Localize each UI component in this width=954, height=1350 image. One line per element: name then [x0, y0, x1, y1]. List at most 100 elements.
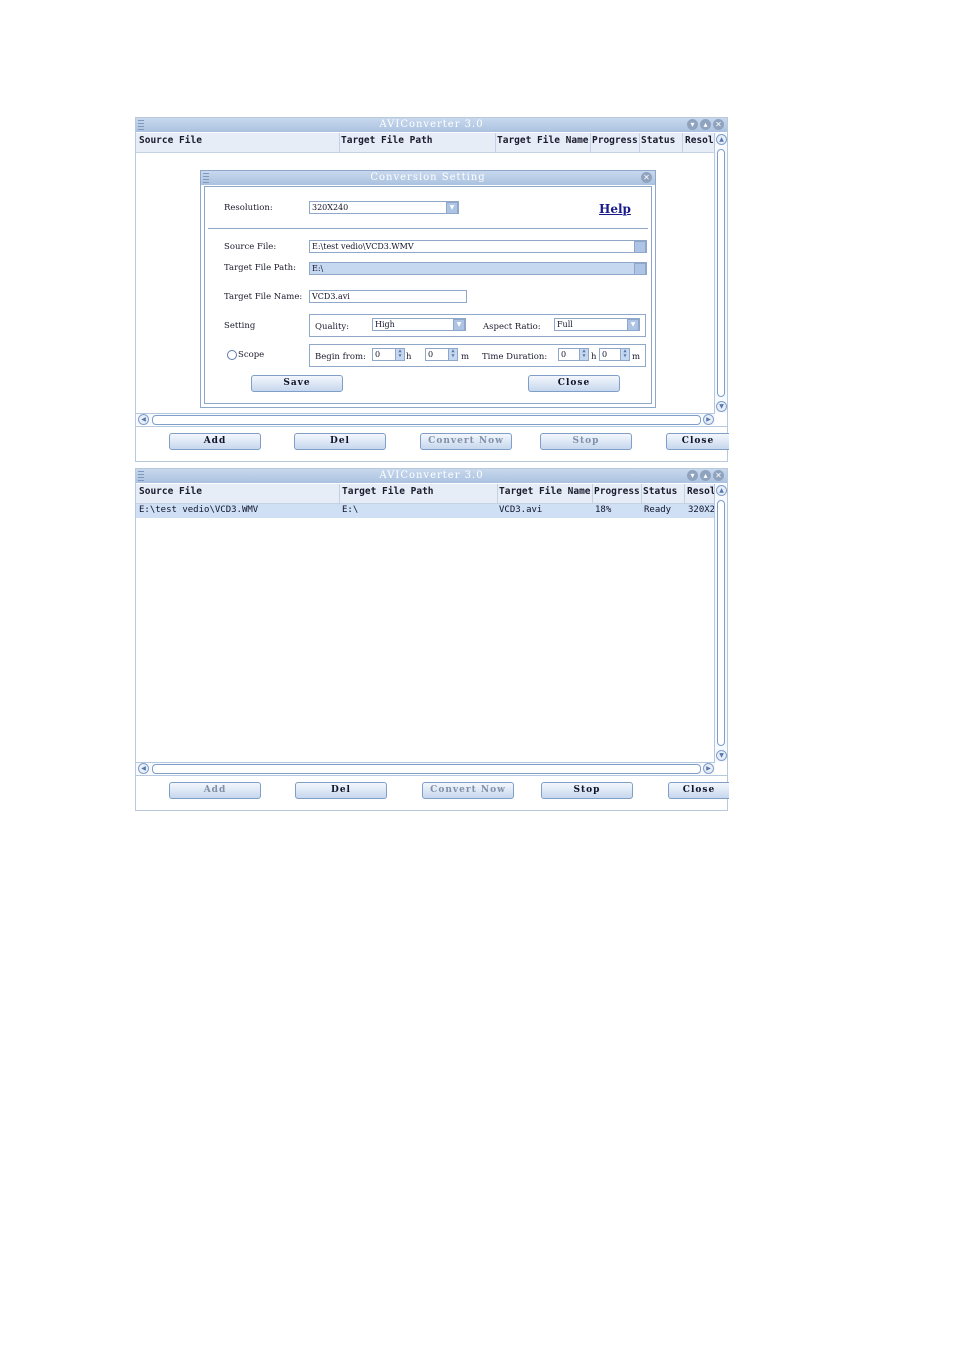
- convert-now-button[interactable]: Convert Now: [422, 782, 514, 799]
- window-title: AVIConverter 3.0: [379, 119, 484, 130]
- minutes-unit: m: [461, 352, 470, 362]
- scroll-thumb[interactable]: [152, 764, 701, 774]
- close-button[interactable]: Close: [668, 782, 729, 799]
- target-name-label: Target File Name:: [224, 292, 303, 302]
- maximize-button[interactable]: ▴: [700, 119, 711, 130]
- target-path-label: Target File Path:: [224, 263, 296, 273]
- scroll-right-icon[interactable]: ▶: [703, 414, 714, 425]
- dialog-close-icon[interactable]: ✕: [641, 172, 652, 183]
- chevron-down-icon[interactable]: ▼: [627, 319, 639, 330]
- browse-icon[interactable]: [634, 241, 646, 252]
- column-source-file[interactable]: Source File: [139, 486, 334, 497]
- target-path-field[interactable]: E:\: [309, 262, 647, 275]
- chevron-down-icon[interactable]: ▼: [453, 319, 465, 330]
- add-button[interactable]: Add: [169, 782, 261, 799]
- table-header: Source File Target File Path Target File…: [136, 133, 715, 153]
- chevron-down-icon[interactable]: ▼: [446, 202, 458, 213]
- target-name-field[interactable]: VCD3.avi: [309, 290, 467, 303]
- resolution-value: 320X240: [312, 203, 349, 212]
- begin-from-label: Begin from:: [315, 352, 366, 362]
- cell-target-name: VCD3.avi: [499, 505, 543, 515]
- column-status[interactable]: Status: [643, 486, 683, 497]
- scroll-thumb[interactable]: [717, 500, 725, 746]
- dialog-title-bar[interactable]: Conversion Setting ✕: [201, 171, 655, 185]
- duration-minutes-spinner[interactable]: ▲ ▼: [620, 348, 630, 361]
- toolbar: Add Del Convert Now Stop Close: [136, 426, 729, 461]
- duration-minutes-field[interactable]: 0: [599, 348, 621, 361]
- stop-button[interactable]: Stop: [541, 782, 633, 799]
- column-status[interactable]: Status: [641, 135, 681, 146]
- file-list[interactable]: E:\test vedio\VCD3.WMV E:\ VCD3.avi 18% …: [136, 504, 715, 762]
- aspect-ratio-label: Aspect Ratio:: [483, 322, 541, 332]
- quality-value: High: [375, 320, 395, 329]
- dialog-body: Resolution: 320X240 ▼ Help Source File: …: [204, 186, 652, 404]
- begin-minutes-field[interactable]: 0: [425, 348, 449, 361]
- aspect-ratio-value: Full: [557, 320, 573, 329]
- close-window-button[interactable]: ✕: [713, 470, 724, 481]
- minimize-button[interactable]: ▾: [687, 119, 698, 130]
- minimize-button[interactable]: ▾: [687, 470, 698, 481]
- browse-icon[interactable]: [634, 263, 646, 274]
- scope-radio[interactable]: [227, 350, 237, 360]
- source-file-field[interactable]: E:\test vedio\VCD3.WMV: [309, 240, 647, 253]
- close-button[interactable]: Close: [666, 433, 729, 450]
- vertical-scrollbar[interactable]: ▲ ▼: [714, 133, 727, 413]
- begin-hours-spinner[interactable]: ▲ ▼: [395, 348, 405, 361]
- column-target-file-path[interactable]: Target File Path: [342, 486, 492, 497]
- scroll-thumb[interactable]: [717, 149, 725, 397]
- title-bar[interactable]: AVIConverter 3.0 ▾ ▴ ✕: [136, 118, 727, 132]
- column-target-file-name[interactable]: Target File Name: [497, 135, 589, 146]
- source-file-value: E:\test vedio\VCD3.WMV: [312, 242, 414, 251]
- scroll-up-icon[interactable]: ▲: [716, 134, 727, 145]
- column-progress[interactable]: Progress: [594, 486, 642, 497]
- setting-group: Quality: High ▼ Aspect Ratio: Full ▼: [309, 314, 646, 337]
- hours-unit: h: [591, 352, 597, 362]
- title-bar[interactable]: AVIConverter 3.0 ▾ ▴ ✕: [136, 469, 727, 483]
- main-window-2: AVIConverter 3.0 ▾ ▴ ✕ Source File Targe…: [135, 468, 729, 811]
- hours-unit: h: [406, 352, 412, 362]
- column-source-file[interactable]: Source File: [139, 135, 334, 146]
- target-path-value: E:\: [312, 264, 324, 273]
- time-duration-label: Time Duration:: [482, 352, 548, 362]
- stop-button[interactable]: Stop: [540, 433, 632, 450]
- del-button[interactable]: Del: [294, 433, 386, 450]
- save-button[interactable]: Save: [251, 375, 343, 392]
- scroll-up-icon[interactable]: ▲: [716, 485, 727, 496]
- scroll-right-icon[interactable]: ▶: [703, 763, 714, 774]
- convert-now-button[interactable]: Convert Now: [420, 433, 512, 450]
- column-resolution[interactable]: Resol: [687, 486, 717, 497]
- toolbar: Add Del Convert Now Stop Close: [136, 775, 729, 810]
- conversion-setting-dialog: Conversion Setting ✕ Resolution: 320X240…: [200, 170, 656, 408]
- duration-hours-spinner[interactable]: ▲ ▼: [579, 348, 589, 361]
- scroll-thumb[interactable]: [152, 415, 701, 425]
- resolution-select[interactable]: 320X240 ▼: [309, 201, 459, 214]
- scroll-left-icon[interactable]: ◀: [138, 414, 149, 425]
- scroll-down-icon[interactable]: ▼: [716, 401, 727, 412]
- cell-target-path: E:\: [342, 505, 359, 515]
- add-button[interactable]: Add: [169, 433, 261, 450]
- dialog-close-button[interactable]: Close: [528, 375, 620, 392]
- minutes-unit: m: [632, 352, 641, 362]
- horizontal-scrollbar[interactable]: ◀ ▶: [136, 413, 715, 425]
- maximize-button[interactable]: ▴: [700, 470, 711, 481]
- duration-hours-field[interactable]: 0: [558, 348, 580, 361]
- column-target-file-path[interactable]: Target File Path: [341, 135, 491, 146]
- begin-hours-field[interactable]: 0: [372, 348, 396, 361]
- close-window-button[interactable]: ✕: [713, 119, 724, 130]
- aspect-ratio-select[interactable]: Full ▼: [554, 318, 640, 331]
- horizontal-scrollbar[interactable]: ◀ ▶: [136, 762, 715, 774]
- column-resolution[interactable]: Resol: [685, 135, 715, 146]
- source-file-label: Source File:: [224, 242, 277, 252]
- vertical-scrollbar[interactable]: ▲ ▼: [714, 484, 727, 762]
- help-link[interactable]: Help: [599, 202, 631, 216]
- begin-minutes-spinner[interactable]: ▲ ▼: [448, 348, 458, 361]
- cell-status: Ready: [644, 505, 672, 515]
- del-button[interactable]: Del: [295, 782, 387, 799]
- quality-select[interactable]: High ▼: [372, 318, 466, 331]
- table-row[interactable]: E:\test vedio\VCD3.WMV E:\ VCD3.avi 18% …: [136, 504, 715, 518]
- dialog-title: Conversion Setting: [370, 172, 486, 183]
- column-progress[interactable]: Progress: [592, 135, 640, 146]
- scroll-left-icon[interactable]: ◀: [138, 763, 149, 774]
- scroll-down-icon[interactable]: ▼: [716, 750, 727, 761]
- column-target-file-name[interactable]: Target File Name: [499, 486, 591, 497]
